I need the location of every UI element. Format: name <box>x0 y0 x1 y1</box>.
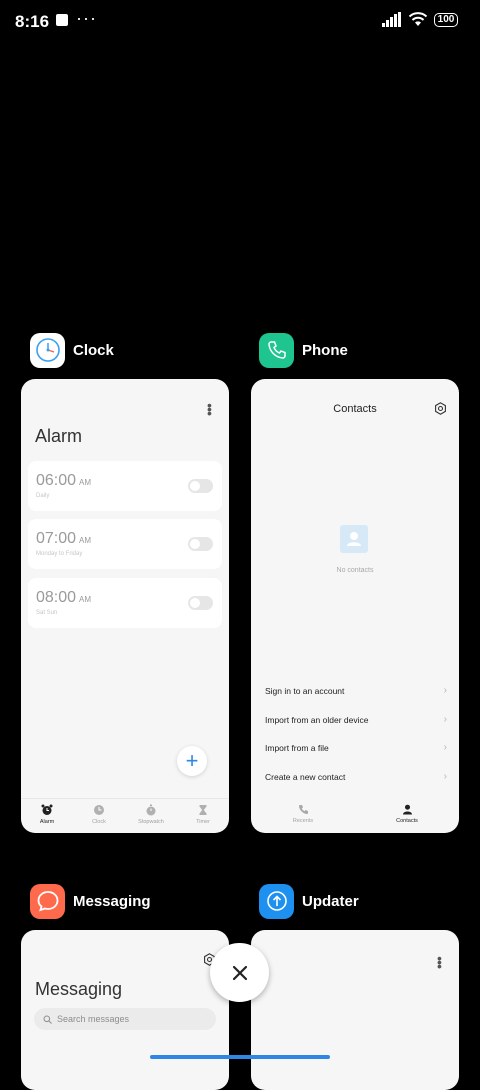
app-name-messaging: Messaging <box>73 892 151 910</box>
option-import-file[interactable]: Import from a file › <box>265 742 447 753</box>
option-create-contact[interactable]: Create a new contact › <box>265 771 447 782</box>
alarm-item[interactable]: 06:00 AM Daily <box>28 461 222 511</box>
tab-label: Timer <box>196 819 210 825</box>
phone-app-icon <box>259 332 294 368</box>
option-label: Sign in to an account <box>265 686 345 696</box>
app-header-messaging[interactable]: Messaging <box>30 883 151 919</box>
option-sign-in[interactable]: Sign in to an account › <box>265 685 447 696</box>
tab-label: Recents <box>292 818 314 824</box>
status-time: 8:16 <box>15 12 50 31</box>
more-options-icon[interactable]: • • • <box>207 398 212 420</box>
alarm-toggle[interactable] <box>188 596 213 610</box>
tab-label: Alarm <box>39 819 55 825</box>
alarm-item[interactable]: 07:00 AM Monday to Friday <box>28 519 222 569</box>
clock-icon <box>94 805 104 815</box>
option-label: Import from an older device <box>265 715 369 725</box>
stopwatch-icon <box>146 804 156 816</box>
home-indicator[interactable] <box>150 1055 330 1059</box>
alarm-ampm: AM <box>79 595 92 604</box>
tab-stopwatch[interactable]: Stopwatch <box>125 799 177 833</box>
person-icon <box>402 804 412 815</box>
tab-timer[interactable]: Timer <box>177 799 229 833</box>
clock-app-card[interactable]: • • • Alarm 06:00 AM Daily 07:00 AM Monday t… <box>21 379 229 833</box>
app-name-updater: Updater <box>302 892 359 910</box>
more-options-icon[interactable]: • • • <box>437 951 442 973</box>
close-icon <box>232 965 247 980</box>
search-placeholder: Search messages <box>57 1014 130 1024</box>
search-messages-input[interactable]: Search messages <box>34 1008 216 1030</box>
phone-icon <box>298 805 308 814</box>
tab-clock[interactable]: Clock <box>73 799 125 833</box>
alarm-toggle[interactable] <box>188 479 213 493</box>
signal-icon <box>382 12 401 27</box>
chevron-right-icon: › <box>443 771 447 782</box>
alarm-time: 06:00 <box>36 472 77 489</box>
search-icon <box>43 1015 52 1024</box>
alarm-time: 07:00 <box>36 530 77 547</box>
tab-label: Contacts <box>396 818 418 824</box>
timer-icon <box>199 805 207 815</box>
alarm-repeat: Sat Sun <box>36 610 58 616</box>
chevron-right-icon: › <box>443 685 447 696</box>
chevron-right-icon: › <box>443 742 447 753</box>
alarm-ampm: AM <box>79 536 92 545</box>
app-name-clock: Clock <box>73 341 114 359</box>
tab-alarm[interactable]: Alarm <box>21 799 73 833</box>
app-header-clock[interactable]: Clock <box>30 332 114 368</box>
wifi-icon <box>408 12 428 26</box>
tab-label: Clock <box>92 819 106 825</box>
notification-square-icon <box>56 14 68 26</box>
alarm-item[interactable]: 08:00 AM Sat Sun <box>28 578 222 628</box>
status-bar: 8:16 ··· 100 <box>0 0 480 42</box>
alarm-icon <box>41 804 53 815</box>
empty-state-text: No contacts <box>336 567 374 574</box>
tab-label: Stopwatch <box>138 819 164 825</box>
clock-tab-bar: Alarm Clock Stopwatch Timer <box>21 798 229 833</box>
chevron-right-icon: › <box>443 714 447 725</box>
app-header-phone[interactable]: Phone <box>259 332 348 368</box>
contacts-title: Contacts <box>333 403 377 415</box>
more-notifications-icon: ··· <box>76 8 97 28</box>
updater-app-icon <box>259 883 294 919</box>
clock-app-icon <box>30 332 65 368</box>
empty-contacts-illustration <box>340 525 368 553</box>
messaging-app-icon <box>30 883 65 919</box>
option-label: Import from a file <box>265 743 329 753</box>
settings-gear-icon[interactable] <box>434 402 447 415</box>
tab-recents[interactable]: Recents <box>251 799 355 833</box>
alarm-repeat: Monday to Friday <box>36 551 83 557</box>
add-alarm-button[interactable]: + <box>177 746 207 776</box>
option-label: Create a new contact <box>265 772 346 782</box>
messaging-app-card[interactable]: Messaging Search messages <box>21 930 229 1090</box>
phone-app-card[interactable]: Contacts No contacts Sign in to an accou… <box>251 379 459 833</box>
alarm-screen-title: Alarm <box>35 426 83 446</box>
tab-contacts[interactable]: Contacts <box>355 799 459 833</box>
phone-tab-bar: Recents Contacts <box>251 799 459 833</box>
alarm-ampm: AM <box>79 478 92 487</box>
messaging-screen-title: Messaging <box>35 979 123 999</box>
option-import-older-device[interactable]: Import from an older device › <box>265 714 447 725</box>
app-name-phone: Phone <box>302 341 348 359</box>
clear-all-button[interactable] <box>210 943 269 1002</box>
alarm-time: 08:00 <box>36 589 77 606</box>
alarm-repeat: Daily <box>36 493 50 499</box>
updater-app-card[interactable]: • • • <box>251 930 459 1090</box>
battery-icon: 100 <box>434 13 458 27</box>
alarm-toggle[interactable] <box>188 537 213 551</box>
app-header-updater[interactable]: Updater <box>259 883 359 919</box>
